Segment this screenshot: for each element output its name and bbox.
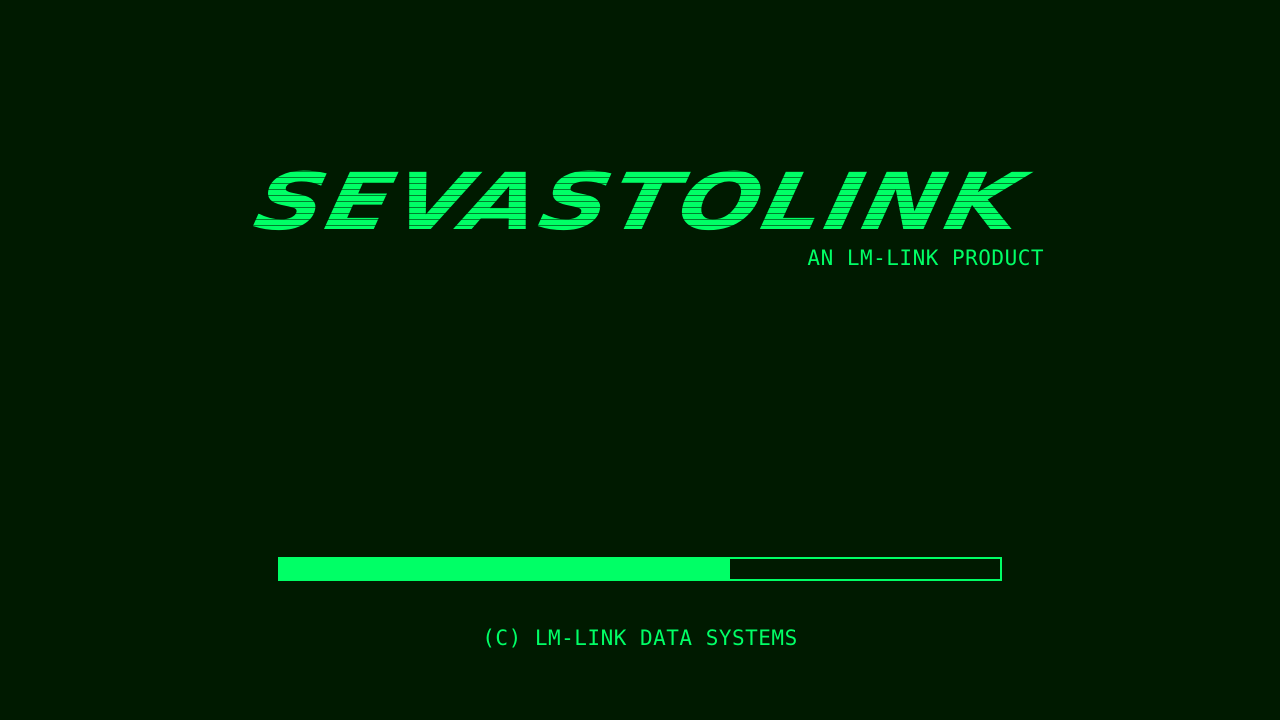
splash-screen: SEVASTOLINK AN LM-LINK PRODUCT (C) LM-LI… — [0, 0, 1280, 720]
loading-progress-bar — [278, 557, 1002, 581]
copyright-notice: (C) LM-LINK DATA SYSTEMS — [482, 626, 798, 650]
app-title: SEVASTOLINK — [246, 156, 1034, 248]
subtitle: AN LM-LINK PRODUCT — [807, 246, 1044, 270]
logo: SEVASTOLINK — [228, 156, 1052, 248]
loading-progress-fill — [280, 559, 730, 579]
